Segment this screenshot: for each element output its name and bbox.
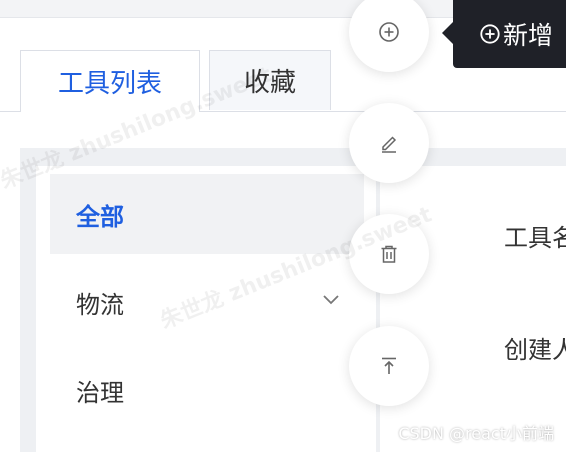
tab-tool-list-label: 工具列表 xyxy=(57,69,162,99)
credit-text: CSDN @react小前端 xyxy=(398,424,554,443)
plus-circle-icon xyxy=(480,24,500,44)
plus-circle-icon xyxy=(379,22,399,42)
tab-favorites-label: 收藏 xyxy=(243,68,296,98)
edit-button[interactable] xyxy=(349,103,429,183)
detail-area xyxy=(380,166,566,452)
field-label-creator: 创建人 xyxy=(504,336,566,364)
sidebar-item-logistics[interactable]: 物流 xyxy=(50,262,364,342)
tab-favorites[interactable]: 收藏 xyxy=(209,50,331,110)
add-tooltip: 新增 xyxy=(453,0,566,68)
back-to-top-icon xyxy=(382,357,396,374)
sidebar-item-label: 物流 xyxy=(76,290,124,319)
sidebar-item-all[interactable]: 全部 xyxy=(50,174,364,254)
delete-icon xyxy=(381,245,397,263)
delete-button[interactable] xyxy=(349,214,429,294)
sidebar-item-governance[interactable]: 治理 xyxy=(50,350,364,430)
active-tab-underline-cover xyxy=(21,110,199,113)
field-label-tool-name: 工具名 xyxy=(504,224,566,252)
chevron-down-icon[interactable] xyxy=(322,294,340,306)
sidebar-item-label: 全部 xyxy=(76,202,124,231)
back-to-top-button[interactable] xyxy=(349,326,429,406)
tab-tool-list[interactable]: 工具列表 xyxy=(20,50,200,112)
sidebar-item-label: 治理 xyxy=(76,378,124,407)
edit-icon xyxy=(382,136,397,153)
tooltip-arrow xyxy=(442,22,453,44)
tooltip-label: 新增 xyxy=(503,21,554,50)
